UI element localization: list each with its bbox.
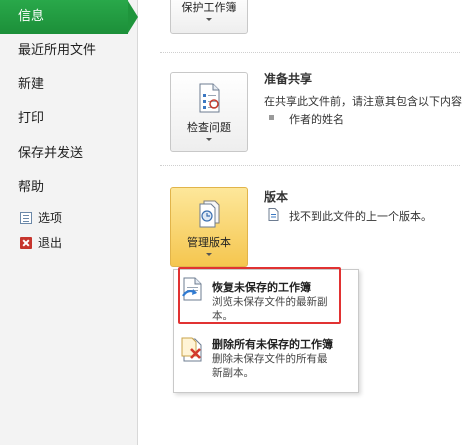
- nav-print[interactable]: 打印: [0, 102, 137, 136]
- manage-versions-icon: [197, 198, 221, 228]
- menu-item-delete-unsaved[interactable]: 删除所有未保存的工作簿 删除未保存文件的所有最 新副本。: [174, 330, 358, 390]
- exit-icon: [20, 237, 32, 249]
- chevron-down-icon: [206, 253, 212, 256]
- nav-print-label: 打印: [18, 111, 45, 126]
- bullet-icon: [269, 115, 274, 120]
- nav-exit-label: 退出: [38, 236, 63, 250]
- nav-options[interactable]: 选项: [0, 206, 137, 230]
- versions-note: 找不到此文件的上一个版本。: [289, 210, 432, 223]
- chevron-down-icon: [206, 138, 212, 141]
- nav-exit[interactable]: 退出: [0, 231, 137, 255]
- protect-workbook-button[interactable]: 保护工作簿: [170, 0, 248, 34]
- nav-help[interactable]: 帮助: [0, 171, 137, 205]
- delete-unsaved-desc-1: 删除未保存文件的所有最: [212, 353, 328, 365]
- nav-save-send-label: 保存并发送: [18, 146, 84, 161]
- nav-recent-label: 最近所用文件: [18, 43, 97, 58]
- inspect-document-icon: [197, 83, 221, 113]
- check-issues-label: 检查问题: [187, 121, 231, 134]
- red-highlight-box: [178, 267, 341, 324]
- backstage-sidebar: 信息 最近所用文件 新建 打印 保存并发送 帮助 选项 退出: [0, 0, 138, 445]
- nav-options-label: 选项: [38, 211, 63, 225]
- manage-versions-label: 管理版本: [187, 236, 231, 249]
- delete-unsaved-desc-2: 新副本。: [212, 367, 254, 379]
- nav-active-arrow: [128, 1, 138, 33]
- options-icon: [20, 212, 32, 224]
- manage-versions-button[interactable]: 管理版本: [170, 187, 248, 267]
- nav-save-send[interactable]: 保存并发送: [0, 137, 137, 171]
- nav-help-label: 帮助: [18, 180, 45, 195]
- nav-info[interactable]: 信息: [0, 0, 128, 34]
- versions-title: 版本: [264, 190, 289, 204]
- prepare-title: 准备共享: [264, 72, 313, 86]
- section-divider: [160, 52, 460, 54]
- nav-new-label: 新建: [18, 77, 45, 92]
- nav-recent[interactable]: 最近所用文件: [0, 34, 137, 68]
- delete-unsaved-title: 删除所有未保存的工作簿: [212, 338, 333, 351]
- chevron-down-icon: [206, 18, 212, 21]
- prepare-bullet-author: 作者的姓名: [289, 113, 344, 126]
- section-divider: [160, 165, 460, 167]
- delete-document-icon: [181, 337, 202, 362]
- check-issues-button[interactable]: 检查问题: [170, 72, 248, 152]
- protect-workbook-label: 保护工作簿: [181, 1, 237, 14]
- nav-new[interactable]: 新建: [0, 68, 137, 102]
- prepare-description: 在共享此文件前，请注意其包含以下内容: [264, 95, 462, 108]
- nav-info-label: 信息: [18, 9, 45, 24]
- document-icon: [268, 208, 279, 221]
